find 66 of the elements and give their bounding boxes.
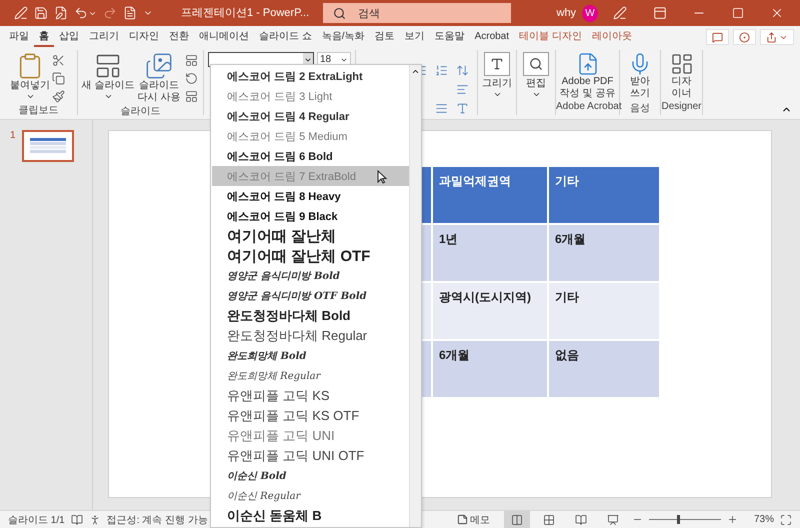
group-label: 슬라이드: [120, 105, 162, 118]
table-header-cell: 기타: [549, 167, 661, 225]
font-option[interactable]: 에스코어 드림 9 Black: [212, 206, 409, 226]
font-option[interactable]: 이순신 Regular: [212, 486, 409, 506]
slide-number: 1: [10, 130, 16, 141]
ribbon-tab[interactable]: 슬라이드 쇼: [254, 27, 317, 47]
table-cell: 6개월: [549, 225, 661, 283]
font-option[interactable]: 완도희망체 Bold: [212, 346, 409, 366]
font-option[interactable]: 이순신 Bold: [212, 466, 409, 486]
ribbon-tab[interactable]: 보기: [400, 27, 430, 47]
font-option[interactable]: 유앤피플 고딕 UNI: [212, 426, 409, 446]
ribbon-tab[interactable]: 애니메이션: [194, 27, 254, 47]
table-cell: 광역시(도시지역): [433, 283, 549, 341]
designer-button[interactable]: 디자이너: [662, 52, 700, 100]
reuse-slides-button[interactable]: 슬라이드 다시 사용: [137, 52, 181, 104]
font-option[interactable]: 에스코어 드림 2 ExtraLight: [212, 66, 409, 86]
create-pdf-button[interactable]: Adobe PDF 작성 및 공유: [558, 52, 618, 100]
font-option[interactable]: 에스코어 드림 4 Regular: [212, 106, 409, 126]
ribbon-tab[interactable]: 도움말: [430, 27, 470, 47]
group-label: 음성: [629, 102, 651, 115]
font-option[interactable]: 이순신 돋움체 B: [212, 506, 409, 526]
font-option[interactable]: 유앤피플 고딕 UNI OTF: [212, 446, 409, 466]
font-option[interactable]: 유앤피플 고딕 KS OTF: [212, 406, 409, 426]
slide-counter: 슬라이드 1/1: [8, 514, 65, 526]
table-cell: 1년: [433, 225, 549, 283]
ribbon-tab[interactable]: 전환: [164, 27, 194, 47]
group-label: 클립보드: [18, 104, 60, 117]
ribbon-tab[interactable]: 녹음/녹화: [316, 27, 370, 47]
ribbon-tab[interactable]: 파일: [4, 27, 34, 47]
search-field[interactable]: 검색: [323, 3, 510, 23]
font-option[interactable]: 완도희망체 Regular: [212, 366, 409, 386]
font-option[interactable]: 완도청정바다체 Bold: [212, 306, 409, 326]
drawing-button[interactable]: 그리기: [480, 52, 514, 99]
font-option[interactable]: 완도청정바다체 Regular: [212, 326, 409, 346]
new-slide-button[interactable]: 새 슬라이드: [83, 52, 133, 101]
font-option[interactable]: 영양군 음식디미방 OTF Bold: [212, 286, 409, 306]
font-option[interactable]: 에스코어 드림 5 Medium: [212, 126, 409, 146]
font-option[interactable]: 유앤피플 고딕 KS: [212, 386, 409, 406]
user-avatar[interactable]: W: [582, 4, 598, 22]
zoom-level: 73%: [754, 514, 774, 525]
window-title: 프레젠테이션1 - PowerP...: [181, 6, 310, 20]
font-option[interactable]: 에스코어 드림 3 Light: [212, 86, 409, 106]
accessibility-status[interactable]: 접근성: 계속 진행 가능: [106, 512, 208, 526]
search-placeholder: 검색: [358, 6, 380, 20]
ribbon-tab[interactable]: 검토: [370, 27, 400, 47]
group-label: Designer: [661, 101, 702, 114]
table-cell: 기타: [549, 283, 661, 341]
table-cell: 없음: [549, 341, 661, 399]
editing-button[interactable]: 편집: [519, 52, 553, 99]
font-option[interactable]: 영양군 음식디미방 Bold: [212, 266, 409, 286]
ribbon-tab[interactable]: 삽입: [54, 27, 84, 47]
font-option[interactable]: 에스코어 드림 6 Bold: [212, 146, 409, 166]
font-option[interactable]: 여기어때 잘난체 OTF: [212, 246, 409, 266]
font-option[interactable]: 여기어때 잘난체: [212, 226, 409, 246]
ribbon-tab[interactable]: 그리기: [84, 27, 124, 47]
table-cell: 6개월: [433, 341, 549, 399]
ribbon-tab[interactable]: Acrobat: [470, 28, 514, 46]
font-option[interactable]: 에스코어 드림 8 Heavy: [212, 186, 409, 206]
dictate-button[interactable]: 받아쓰기: [622, 52, 658, 100]
table-header-cell: 과밀억제권역: [433, 167, 549, 225]
ribbon-tab[interactable]: 디자인: [124, 27, 164, 47]
ribbon-tab[interactable]: 테이블 디자인: [514, 27, 587, 47]
paste-button[interactable]: 붙여넣기: [12, 52, 48, 101]
notes-button[interactable]: 메모: [456, 512, 490, 526]
ribbon-tab[interactable]: 레이아웃: [586, 27, 637, 47]
user-name: why: [556, 7, 576, 19]
